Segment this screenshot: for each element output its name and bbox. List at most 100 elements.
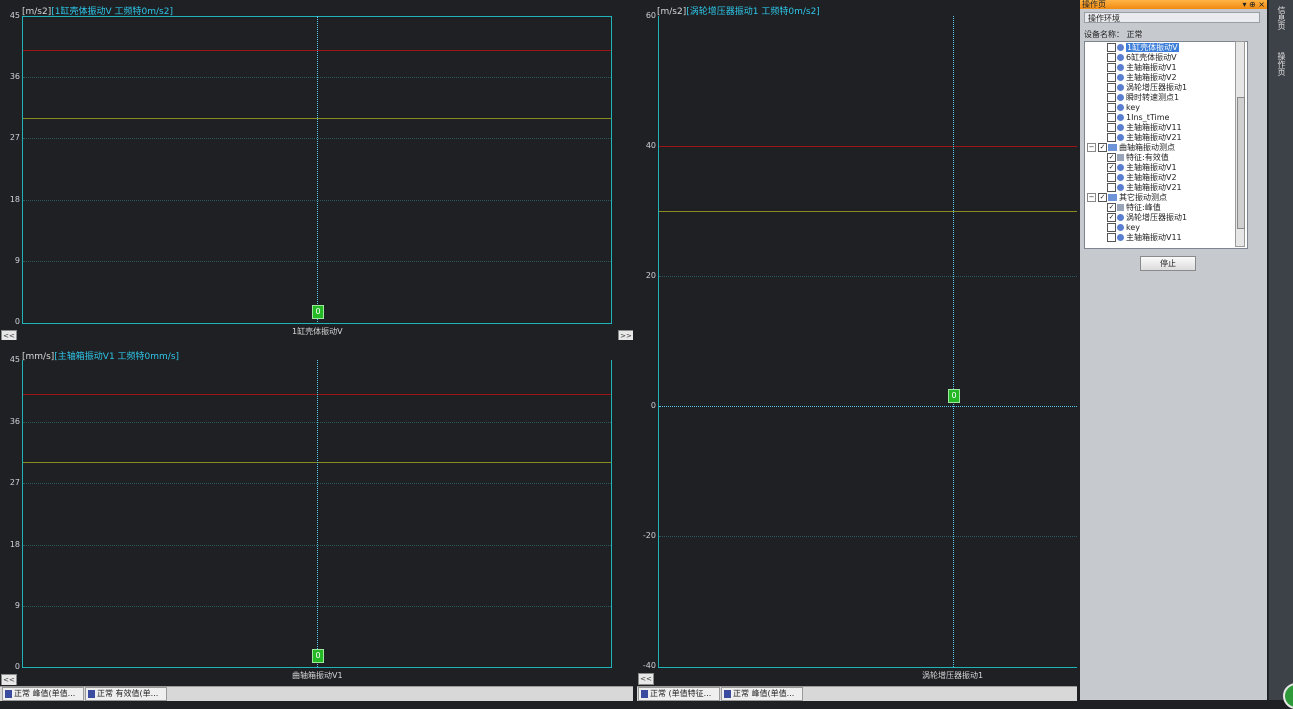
channel-icon: [1117, 74, 1124, 81]
checkbox[interactable]: [1107, 83, 1116, 92]
expand-icon[interactable]: −: [1087, 193, 1096, 202]
tree-scrollbar[interactable]: [1235, 41, 1245, 247]
feature-icon: [1117, 154, 1124, 161]
tree-item[interactable]: key: [1107, 103, 1140, 113]
stop-button[interactable]: 停止: [1140, 256, 1196, 271]
task-item[interactable]: 正常 (单值特征...: [638, 687, 720, 701]
tree-item[interactable]: 主轴箱振动V2: [1107, 173, 1177, 183]
task-item[interactable]: 正常 峰值(单值...: [2, 687, 84, 701]
task-item[interactable]: 正常 峰值(单值...: [721, 687, 803, 701]
folder-icon: [1108, 144, 1117, 151]
y-tick: 18: [9, 540, 20, 549]
tree-label: 特征:峰值: [1126, 203, 1161, 212]
tree-label: 主轴箱振动V21: [1126, 133, 1182, 142]
checkbox[interactable]: [1107, 173, 1116, 182]
chart-icon: [5, 689, 12, 698]
tree-item[interactable]: ✓ 涡轮增压器振动1: [1107, 213, 1187, 223]
tree-item[interactable]: 6缸壳体振动V: [1107, 53, 1177, 63]
y-tick: 9: [14, 601, 20, 610]
chart-icon: [641, 689, 648, 698]
channel-icon: [1117, 234, 1124, 241]
checkbox[interactable]: [1107, 93, 1116, 102]
tab-info-page[interactable]: 信息页: [1277, 6, 1287, 30]
x-axis-label: 涡轮增压器振动1: [922, 671, 984, 680]
y-tick: 9: [14, 256, 20, 265]
tree-item[interactable]: 主轴箱振动V2: [1107, 73, 1177, 83]
tree-item[interactable]: 主轴箱振动V21: [1107, 183, 1182, 193]
tree-label: 涡轮增压器振动1: [1126, 213, 1188, 222]
prev-button[interactable]: <<: [1, 330, 17, 340]
cursor-line[interactable]: [317, 360, 318, 667]
prev-button[interactable]: <<: [638, 673, 654, 685]
y-tick: 45: [9, 355, 20, 364]
right-tab-strip: 信息页 操作页: [1268, 0, 1293, 700]
channel-tree[interactable]: 1缸壳体振动V 6缸壳体振动V 主轴箱振动V1 主轴箱振动V2 涡轮增压器振动1 瞬时转速…: [1084, 41, 1248, 249]
tree-folder[interactable]: − ✓ 曲轴箱振动测点: [1087, 143, 1175, 153]
checkbox[interactable]: [1107, 183, 1116, 192]
tree-label: 其它振动测点: [1119, 193, 1167, 202]
checkbox[interactable]: ✓: [1107, 153, 1116, 162]
checkbox[interactable]: ✓: [1098, 193, 1107, 202]
channel-icon: [1117, 134, 1124, 141]
checkbox[interactable]: [1107, 133, 1116, 142]
tree-item[interactable]: 主轴箱振动V11: [1107, 233, 1182, 243]
tree-item[interactable]: 1缸壳体振动V: [1107, 43, 1179, 53]
cursor-line[interactable]: [317, 16, 318, 322]
tree-item[interactable]: 主轴箱振动V21: [1107, 133, 1182, 143]
checkbox[interactable]: ✓: [1107, 203, 1116, 212]
tree-label: 瞬时转速测点1: [1126, 93, 1180, 102]
checkbox[interactable]: [1107, 123, 1116, 132]
channel-icon: [1117, 84, 1124, 91]
y-tick: 60: [645, 11, 656, 20]
sidebar-window-controls[interactable]: ▾ ⊕ ×: [1242, 0, 1265, 9]
y-tick: 20: [645, 271, 656, 280]
tree-label: 主轴箱振动V21: [1126, 183, 1182, 192]
y-tick: -20: [642, 531, 656, 540]
tree-item[interactable]: ✓ 特征:峰值: [1107, 203, 1161, 213]
cursor-marker: 0: [312, 649, 324, 663]
scrollbar-thumb[interactable]: [1237, 97, 1245, 229]
next-button[interactable]: >>: [618, 330, 633, 340]
y-tick: 0: [650, 401, 656, 410]
tab-operation-page[interactable]: 操作页: [1277, 52, 1287, 76]
checkbox[interactable]: [1107, 63, 1116, 72]
tree-item[interactable]: key: [1107, 223, 1140, 233]
tree-item[interactable]: 涡轮增压器振动1: [1107, 83, 1187, 93]
grid-line: [659, 536, 1077, 537]
checkbox[interactable]: [1107, 113, 1116, 122]
checkbox[interactable]: [1107, 223, 1116, 232]
y-tick: -40: [642, 661, 656, 670]
prev-button[interactable]: <<: [1, 674, 17, 685]
channel-icon: [1117, 224, 1124, 231]
cursor-line[interactable]: [953, 16, 954, 667]
tab-operation-environment[interactable]: 操作环境: [1084, 12, 1260, 23]
tree-item[interactable]: 主轴箱振动V1: [1107, 63, 1177, 73]
checkbox[interactable]: ✓: [1107, 213, 1116, 222]
checkbox[interactable]: [1107, 43, 1116, 52]
tree-item[interactable]: 1Ins_tTime: [1107, 113, 1169, 123]
checkbox[interactable]: ✓: [1107, 163, 1116, 172]
plot-area[interactable]: [658, 16, 1077, 668]
cursor-marker: 0: [948, 389, 960, 403]
tree-item[interactable]: 瞬时转速测点1: [1107, 93, 1179, 103]
tree-label: 曲轴箱振动测点: [1119, 143, 1175, 152]
checkbox[interactable]: [1107, 103, 1116, 112]
checkbox[interactable]: [1107, 233, 1116, 242]
expand-icon[interactable]: −: [1087, 143, 1096, 152]
checkbox[interactable]: ✓: [1098, 143, 1107, 152]
checkbox[interactable]: [1107, 73, 1116, 82]
checkbox[interactable]: [1107, 53, 1116, 62]
task-item[interactable]: 正常 有效值(单...: [85, 687, 167, 701]
tree-item[interactable]: ✓ 特征:有效值: [1107, 153, 1169, 163]
zero-line: [659, 406, 1077, 407]
channel-icon: [1117, 164, 1124, 171]
tree-item[interactable]: 主轴箱振动V11: [1107, 123, 1182, 133]
channel-icon: [1117, 54, 1124, 61]
chart-panel-2: [mm/s][主轴箱振动V1 工频特0mm/s] 45 36 27 18 9 0…: [0, 343, 633, 685]
tree-item[interactable]: ✓ 主轴箱振动V1: [1107, 163, 1177, 173]
folder-icon: [1108, 194, 1117, 201]
y-tick: 27: [9, 478, 20, 487]
tree-label: 主轴箱振动V1: [1126, 63, 1177, 72]
channel-icon: [1117, 44, 1124, 51]
tree-folder[interactable]: − ✓ 其它振动测点: [1087, 193, 1167, 203]
